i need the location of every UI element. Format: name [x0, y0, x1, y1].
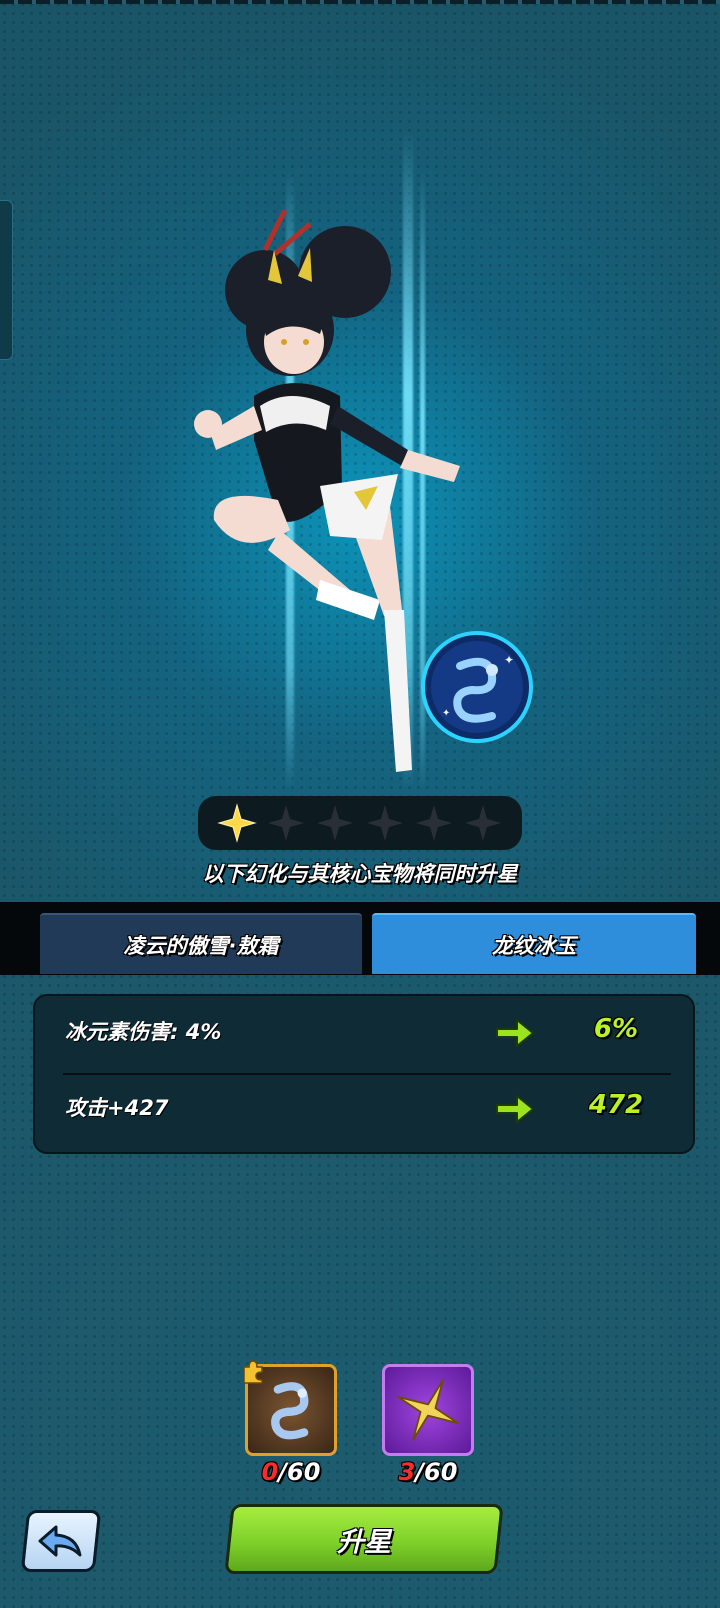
material-star-stone[interactable] [382, 1364, 474, 1456]
stat-row-attack: 攻击+427 472 [35, 1072, 693, 1148]
star-empty-icon [465, 805, 502, 841]
material-count-star-stone: 3/60 [398, 1458, 458, 1486]
stat-next-value: 6% [593, 1014, 639, 1044]
character-showcase: ✦ ✦ [0, 90, 720, 790]
star-empty-icon [366, 805, 403, 841]
stat-label: 冰元素伤害: 4% [65, 1020, 222, 1044]
stat-next-value: 472 [588, 1090, 644, 1120]
star-empty-icon [317, 805, 354, 841]
tab-core-treasure[interactable]: 龙纹冰玉 [372, 913, 696, 974]
star-upgrade-button[interactable]: 升星 [224, 1504, 504, 1574]
arrow-right-icon [496, 1019, 534, 1047]
tab-costume[interactable]: 凌云的傲雪·敖霜 [40, 913, 362, 974]
star-rating-bar [198, 796, 522, 850]
stat-label: 攻击+427 [65, 1096, 169, 1120]
back-button[interactable] [20, 1510, 102, 1572]
star-empty-icon [267, 805, 304, 841]
tab-strip: 凌云的傲雪·敖霜 龙纹冰玉 [0, 902, 720, 975]
material-dragon-jade[interactable] [243, 1360, 337, 1456]
puzzle-piece-icon [243, 1360, 263, 1384]
stat-row-ice-damage: 冰元素伤害: 4% 6% [35, 996, 693, 1072]
top-border [0, 0, 720, 4]
upgrade-note: 以下幻化与其核心宝物将同时升星 [202, 862, 518, 886]
svg-text:✦: ✦ [442, 708, 450, 719]
material-count-dragon-jade: 0/60 [261, 1458, 321, 1486]
star-filled-icon [216, 803, 257, 843]
arrow-right-icon [496, 1095, 534, 1123]
stats-panel: 冰元素伤害: 4% 6% 攻击+427 472 [33, 994, 695, 1154]
dragon-jade-orb: ✦ ✦ [421, 631, 533, 743]
star-stone-icon [397, 1379, 459, 1441]
back-arrow-icon [38, 1525, 82, 1557]
star-empty-icon [415, 805, 452, 841]
star-upgrade-label: 升星 [337, 1526, 391, 1558]
svg-text:✦: ✦ [504, 653, 514, 667]
